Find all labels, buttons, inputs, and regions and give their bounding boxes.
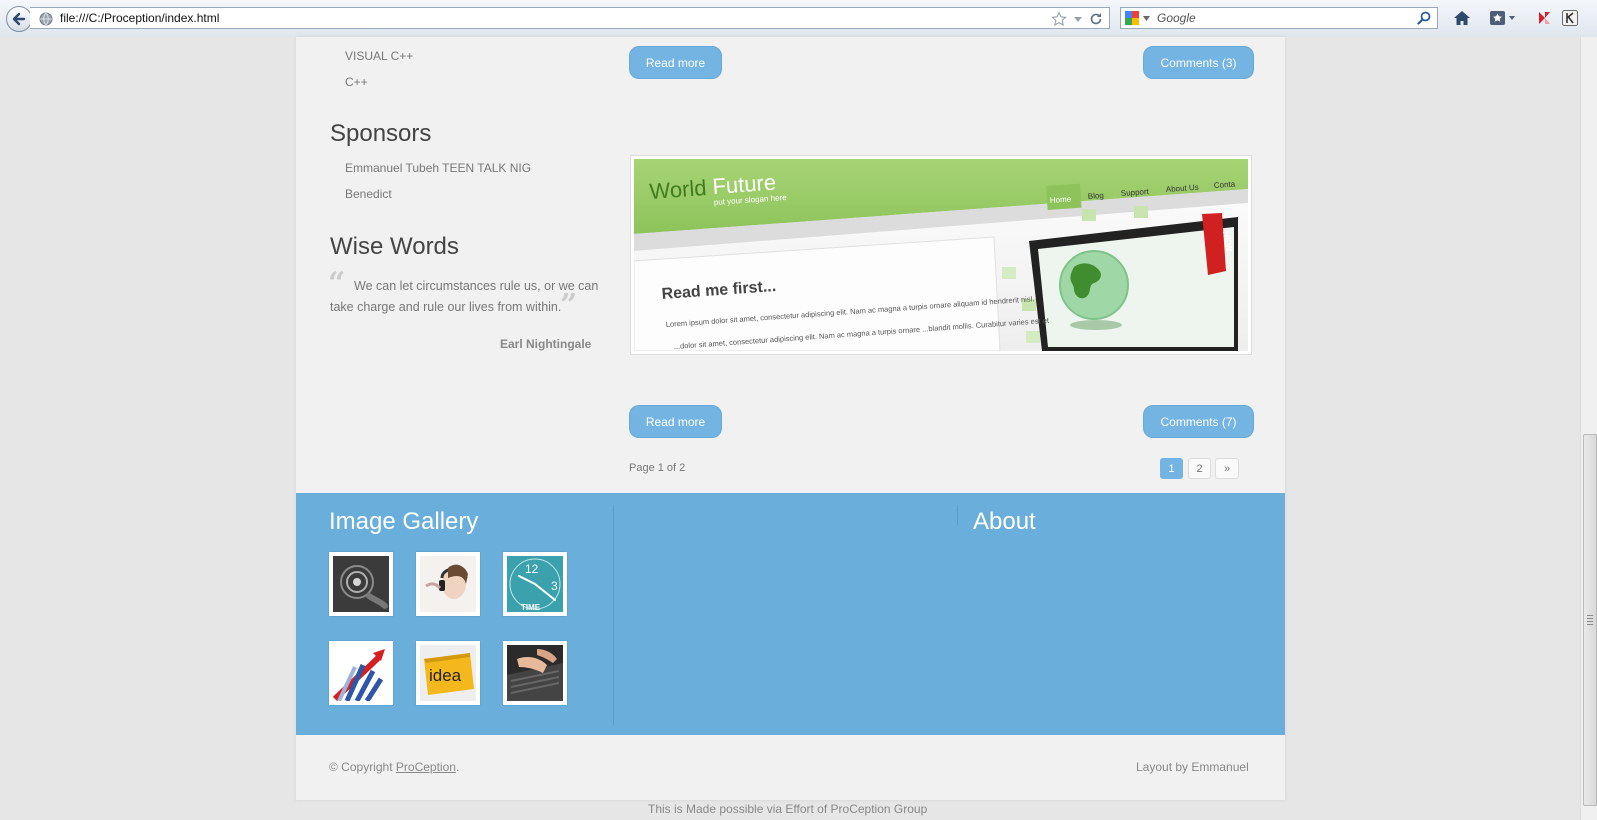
- browser-toolbar: file:///C:/Proception/index.html Google: [0, 0, 1597, 38]
- dropdown-arrow-icon[interactable]: [1073, 14, 1083, 24]
- google-logo-icon: [1125, 11, 1139, 25]
- url-text[interactable]: file:///C:/Proception/index.html: [60, 11, 219, 25]
- gallery-thumbnail[interactable]: 12 3 TIME: [503, 552, 567, 616]
- grip-icon: [1587, 615, 1593, 627]
- kaspersky-icon[interactable]: [1536, 10, 1552, 26]
- category-link-visual-cpp[interactable]: VISUAL C++: [345, 49, 413, 63]
- woman-headphones-image: [420, 556, 476, 612]
- scrollbar-thumb[interactable]: [1583, 434, 1597, 806]
- bookmarks-menu-icon[interactable]: [1489, 10, 1515, 26]
- gallery-thumbnail[interactable]: idea: [416, 641, 480, 705]
- arrow-left-icon: [12, 12, 26, 26]
- quote-author: Earl Nightingale: [500, 337, 592, 351]
- copyright-suffix: .: [455, 760, 460, 774]
- clock-three: 3: [551, 579, 558, 593]
- arrows-chart-image: [333, 645, 389, 701]
- wise-words-heading: Wise Words: [330, 233, 459, 260]
- nav-contact: Conta: [1214, 179, 1236, 190]
- copyright-text: © Copyright ProCeption.: [329, 760, 459, 774]
- copyright-prefix: © Copyright: [329, 760, 393, 774]
- globe-icon: [39, 12, 53, 26]
- close-quote-icon: ”: [560, 288, 578, 323]
- nav-home: Home: [1050, 194, 1072, 205]
- extension-k-icon[interactable]: [1562, 10, 1578, 26]
- layout-credit: Layout by Emmanuel: [1136, 760, 1249, 774]
- sponsor-link[interactable]: Emmanuel Tubeh TEEN TALK NIG: [345, 161, 531, 175]
- sponsors-heading: Sponsors: [330, 120, 432, 147]
- page-link-1[interactable]: 1: [1160, 458, 1183, 479]
- speaker-swirl-image: [333, 556, 389, 612]
- made-possible-text: This is Made possible via Effort of ProC…: [648, 802, 928, 816]
- search-bar[interactable]: Google: [1120, 7, 1438, 29]
- footer-divider: [957, 505, 958, 525]
- read-more-button[interactable]: Read more: [629, 405, 722, 438]
- sponsor-link[interactable]: Benedict: [345, 187, 392, 201]
- search-input[interactable]: Google: [1157, 11, 1196, 25]
- page-link-2[interactable]: 2: [1188, 458, 1211, 479]
- comments-button[interactable]: Comments (3): [1143, 46, 1254, 79]
- time-label: TIME: [521, 603, 541, 612]
- page-indicator: Page 1 of 2: [629, 462, 686, 474]
- proception-link[interactable]: ProCeption: [396, 760, 456, 774]
- clock-twelve: 12: [525, 562, 539, 576]
- post-image[interactable]: World Future put your slogan here Home B…: [630, 155, 1252, 355]
- search-icon[interactable]: [1417, 11, 1431, 25]
- bookmark-star-icon[interactable]: [1051, 11, 1067, 27]
- idea-sign-image: idea: [420, 645, 476, 701]
- clock-time-image: 12 3 TIME: [507, 556, 563, 612]
- gallery-thumbnail[interactable]: [416, 552, 480, 616]
- back-button[interactable]: [6, 6, 32, 32]
- vertical-scrollbar[interactable]: [1580, 37, 1597, 820]
- nav-blog: Blog: [1088, 191, 1105, 201]
- address-bar[interactable]: file:///C:/Proception/index.html: [30, 7, 1110, 29]
- keyboard-hands-image: [507, 645, 563, 701]
- home-icon[interactable]: [1453, 10, 1471, 26]
- comments-button[interactable]: Comments (7): [1143, 405, 1254, 438]
- gallery-thumbnail[interactable]: [503, 641, 567, 705]
- idea-label: idea: [429, 666, 462, 685]
- brand-world: World: [649, 175, 708, 204]
- reload-icon[interactable]: [1089, 12, 1103, 26]
- read-more-button[interactable]: Read more: [629, 46, 722, 79]
- gallery-thumbnail[interactable]: [329, 641, 393, 705]
- search-engine-dropdown-icon[interactable]: [1143, 16, 1150, 21]
- footer-divider: [613, 505, 614, 725]
- website-template-preview: World Future put your slogan here Home B…: [633, 159, 1248, 352]
- gallery-thumbnail[interactable]: [329, 552, 393, 616]
- image-gallery-heading: Image Gallery: [329, 508, 479, 535]
- about-heading: About: [973, 508, 1036, 535]
- category-link-cpp[interactable]: C++: [345, 75, 368, 89]
- next-page-link[interactable]: »: [1215, 458, 1239, 479]
